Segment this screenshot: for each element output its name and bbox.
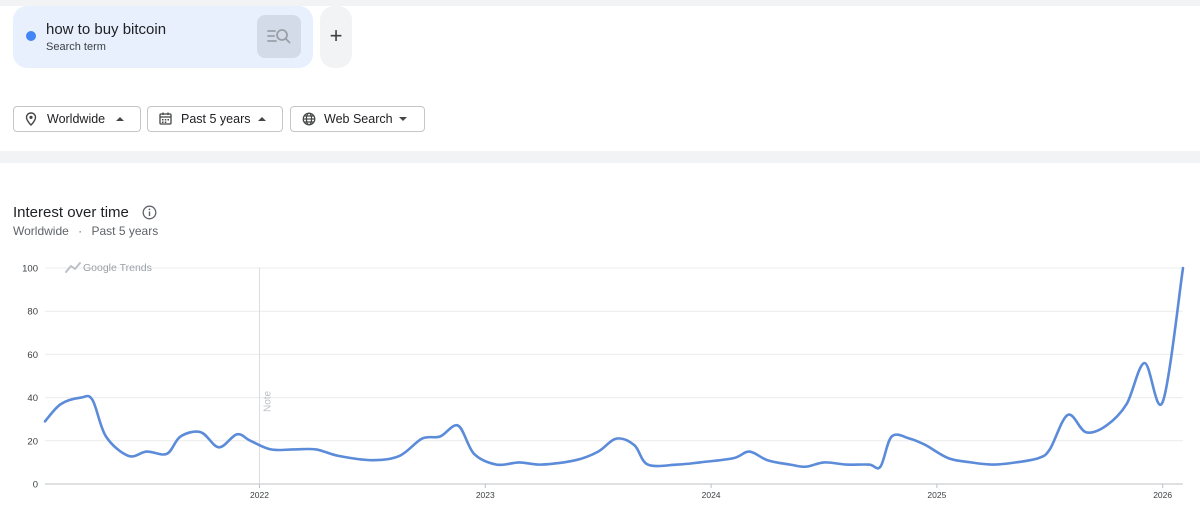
filter-time-range-label: Past 5 years	[181, 112, 251, 126]
section-subtitle: Worldwide · Past 5 years	[13, 224, 158, 238]
x-tick-label: 2025	[927, 490, 946, 500]
x-tick-label: 2024	[702, 490, 721, 500]
section-divider	[0, 151, 1200, 163]
info-icon[interactable]	[142, 205, 157, 220]
subtitle-separator: ·	[78, 224, 83, 238]
x-tick-label: 2023	[476, 490, 495, 500]
caret-up-icon	[116, 117, 124, 121]
location-pin-icon	[25, 112, 37, 126]
y-tick-label: 80	[27, 307, 38, 318]
globe-icon	[302, 112, 316, 126]
search-term-type: Search term	[46, 41, 106, 53]
note-label: Note	[263, 390, 274, 412]
filter-search-type[interactable]: Web Search	[290, 106, 425, 132]
caret-up-icon	[258, 117, 266, 121]
term-color-dot	[26, 31, 36, 41]
filter-time-range[interactable]: Past 5 years	[147, 106, 283, 132]
y-tick-label: 60	[27, 350, 38, 361]
caret-down-icon	[399, 117, 407, 121]
filter-location[interactable]: Worldwide	[13, 106, 141, 132]
series-line[interactable]	[43, 266, 1185, 470]
subtitle-period: Past 5 years	[91, 224, 159, 238]
interest-over-time-title: Interest over time	[13, 204, 129, 221]
calendar-icon	[159, 112, 172, 125]
x-tick-label: 2026	[1153, 490, 1172, 500]
filter-location-label: Worldwide	[47, 112, 106, 126]
add-comparison-button[interactable]: +	[320, 6, 352, 68]
search-list-icon	[267, 29, 291, 44]
google-trends-watermark: Google Trends	[83, 262, 152, 274]
y-tick-label: 0	[33, 480, 38, 491]
filter-search-type-label: Web Search	[324, 112, 393, 126]
interest-over-time-chart[interactable]: 0 20 40 60 80 100 2022 2023 2024 2025 2026 Note Goog…	[0, 250, 1200, 513]
y-tick-label: 20	[27, 436, 38, 447]
y-tick-label: 100	[22, 264, 38, 275]
subtitle-region: Worldwide	[13, 224, 69, 238]
term-options-button[interactable]	[257, 15, 301, 58]
search-term-card[interactable]: how to buy bitcoin Search term	[13, 6, 313, 68]
search-term-name[interactable]: how to buy bitcoin	[46, 21, 166, 38]
y-tick-label: 40	[27, 393, 38, 404]
x-tick-label: 2022	[250, 490, 269, 500]
